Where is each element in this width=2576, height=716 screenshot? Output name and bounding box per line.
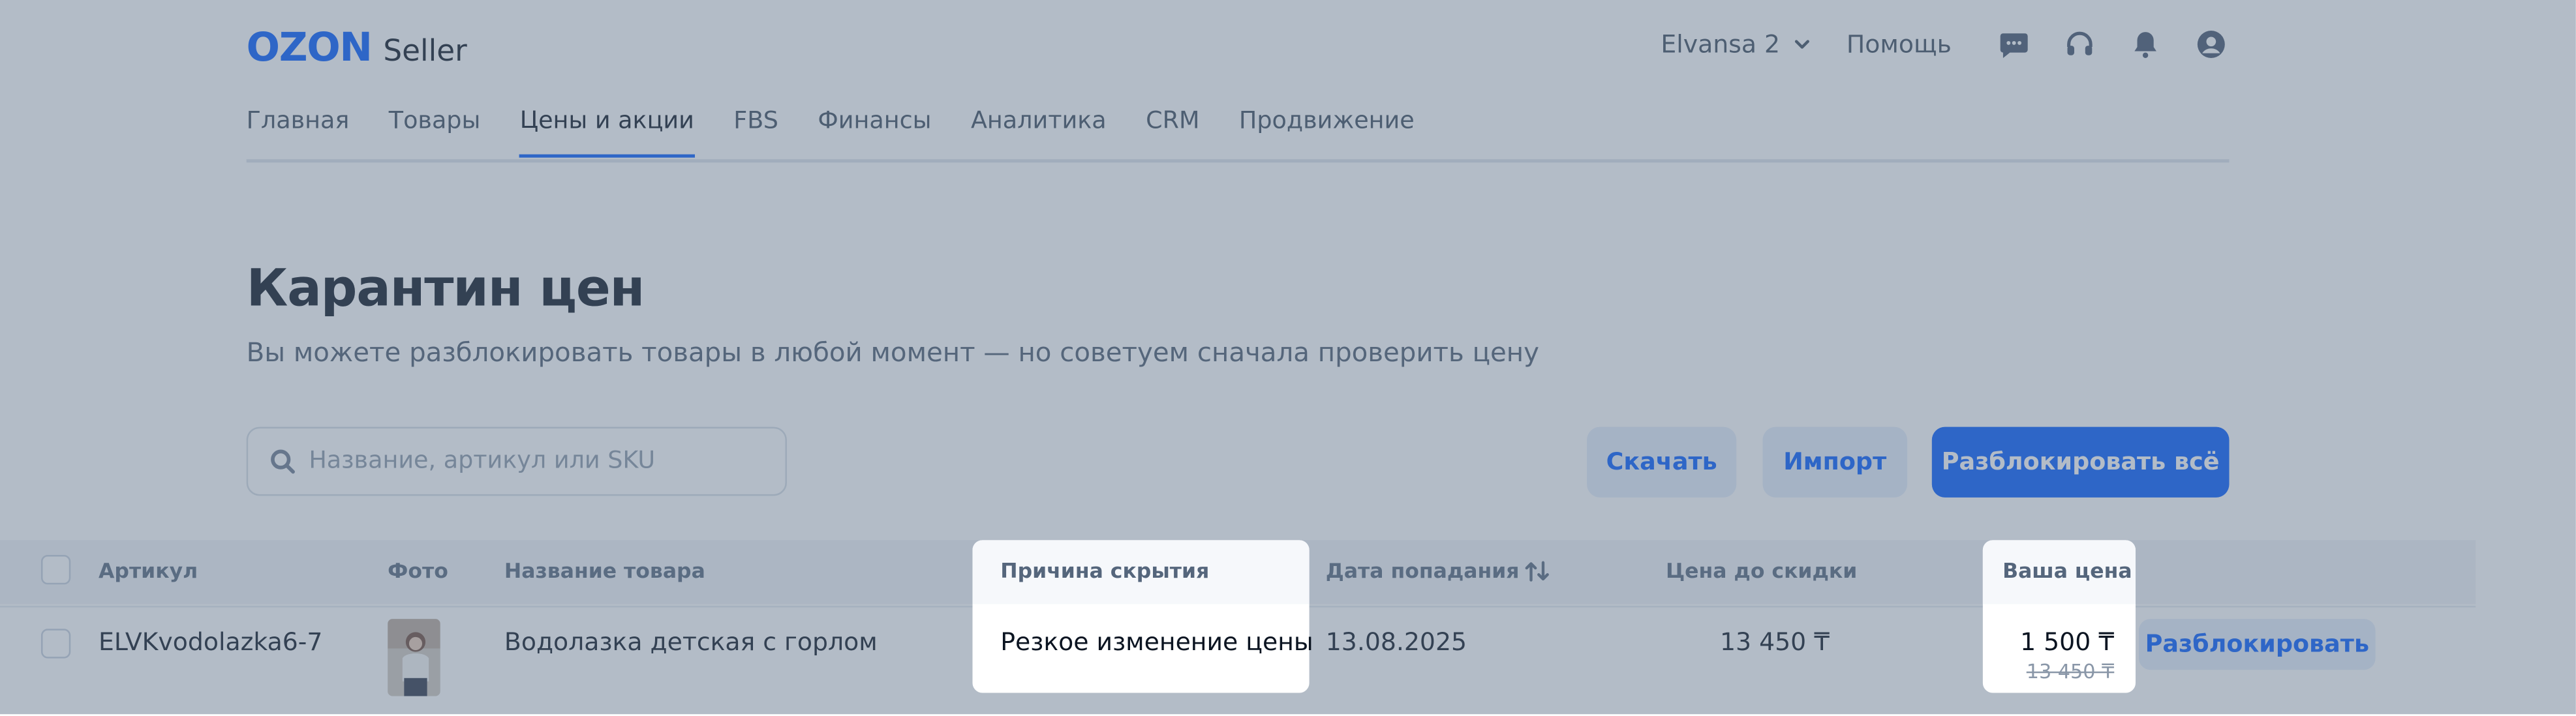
row-price-before: 13 450 ₸ [1720, 627, 1830, 657]
page-title: Карантин цен [246, 259, 645, 319]
import-button[interactable]: Импорт [1762, 426, 1908, 498]
page-subtitle: Вы можете разблокировать товары в любой … [246, 336, 1539, 368]
highlight-reason-column: Причина скрытия Резкое изменение цены [972, 540, 1313, 693]
account-switcher[interactable]: Elvansa 2 [1661, 29, 1813, 59]
ozon-seller-logo[interactable]: OZON Seller [247, 25, 467, 70]
nav-item-promotion[interactable]: Продвижение [1239, 108, 1415, 154]
column-reason: Причина скрытия [1000, 558, 1210, 583]
search-icon [271, 449, 295, 474]
search-placeholder: Название, артикул или SKU [309, 448, 656, 475]
select-all-checkbox[interactable] [40, 554, 71, 585]
unblock-button[interactable]: Разблокировать [2139, 619, 2376, 670]
column-name: Название товара [504, 558, 705, 583]
account-name: Elvansa 2 [1661, 29, 1781, 59]
chat-icon[interactable] [1998, 28, 2031, 61]
page-root: OZON Seller Elvansa 2 Помощь Главная Тов… [0, 0, 2576, 716]
highlight-your-price-column: Ваша цена 1 500 ₸ 13 450 ₸ [1982, 540, 2136, 693]
chevron-down-icon [1794, 40, 1809, 49]
row-date: 13.08.2025 [1325, 627, 1467, 657]
nav-item-home[interactable]: Главная [247, 108, 350, 154]
bell-icon[interactable] [2129, 28, 2162, 61]
nav-item-prices-promos[interactable]: Цены и акции [519, 108, 695, 158]
logo-mark: OZON [246, 24, 373, 71]
nav-item-fbs[interactable]: FBS [733, 108, 778, 154]
headset-icon[interactable] [2063, 28, 2096, 61]
search-input[interactable]: Название, артикул или SKU [246, 426, 787, 496]
nav-divider [246, 159, 2230, 162]
row-old-price: 13 450 ₸ [2026, 660, 2115, 683]
row-your-price[interactable]: 1 500 ₸ [2020, 627, 2114, 657]
column-your-price: Ваша цена [2002, 558, 2132, 583]
column-photo: Фото [388, 558, 448, 583]
column-date-label: Дата попадания [1325, 558, 1520, 583]
nav-item-finance[interactable]: Финансы [818, 108, 931, 154]
row-checkbox[interactable] [40, 629, 71, 659]
download-button[interactable]: Скачать [1587, 426, 1737, 498]
nav-item-products[interactable]: Товары [389, 108, 481, 154]
logo-text: Seller [383, 34, 467, 69]
row-sku[interactable]: ELVKvodolazka6-7 [99, 627, 322, 657]
product-photo[interactable] [388, 619, 440, 696]
column-price-before: Цена до скидки [1665, 558, 1858, 583]
sort-icon [1525, 560, 1549, 581]
profile-icon[interactable] [2195, 28, 2228, 61]
row-name[interactable]: Водолазка детская с горлом [504, 627, 878, 657]
unblock-all-button[interactable]: Разблокировать всё [1931, 426, 2230, 498]
column-sku: Артикул [99, 558, 198, 583]
nav-item-analytics[interactable]: Аналитика [971, 108, 1107, 154]
product-photo-image [388, 619, 440, 696]
column-date[interactable]: Дата попадания [1326, 558, 1551, 583]
help-link[interactable]: Помощь [1847, 29, 1952, 59]
main-nav: Главная Товары Цены и акции FBS Финансы … [247, 108, 1415, 158]
row-reason: Резкое изменение цены [1000, 627, 1313, 657]
nav-item-crm[interactable]: CRM [1146, 108, 1199, 154]
